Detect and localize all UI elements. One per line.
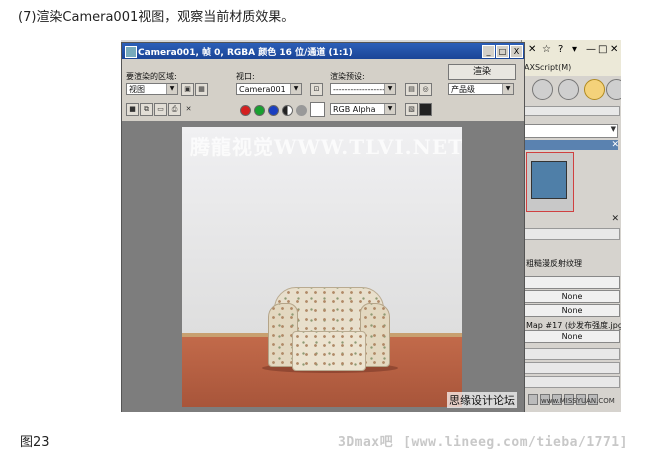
clear-icon[interactable]: ✕ (182, 103, 195, 116)
area-label: 要渲染的区域: (126, 72, 177, 81)
map-slot-3[interactable]: None (524, 330, 620, 343)
rollout-close-icon[interactable]: ✕ (611, 140, 619, 150)
save-icon[interactable]: ■ (126, 103, 139, 116)
star-icon[interactable]: ☆ (542, 44, 551, 55)
render-setup-icon[interactable] (606, 79, 621, 100)
edit-region-icon[interactable]: ▣ (181, 83, 194, 96)
chevron-down-icon: ▼ (384, 104, 395, 114)
quality-select[interactable]: 产品级 ▼ (448, 83, 514, 95)
close-icon[interactable]: ✕ (528, 44, 536, 55)
lock-icon[interactable]: ⊡ (310, 83, 323, 96)
quality-value: 产品级 (451, 85, 475, 94)
page-heading: (7)渲染Camera001视图，观察当前材质效果。 (18, 10, 295, 25)
rollout-close-icon-2[interactable]: ✕ (611, 214, 619, 224)
footer-watermark: 3Dmax吧 [www.lineeg.com/tieba/1771] (338, 431, 628, 450)
panel-row-3[interactable] (524, 376, 620, 388)
screenshot-figure: ✕ ☆ ? ▾ — □ ✕ AXScript(M) ✕ ✕ 粗糙漫反射纹理 No… (121, 40, 621, 412)
menu-strip: AXScript(M) (522, 60, 621, 76)
frame-toolbar: ■ ⧉ ▭ ⎙ ✕ RGB Alpha ▼ ▧ (122, 101, 524, 117)
display-toggle-icon[interactable]: ▧ (405, 103, 418, 116)
command-panel: ✕ ☆ ? ▾ — □ ✕ AXScript(M) ✕ ✕ 粗糙漫反射纹理 No… (521, 40, 621, 412)
window-title: Camera001, 帧 0, RGBA 颜色 16 位/通道 (1:1) (138, 48, 353, 58)
color-swatch[interactable] (310, 102, 325, 117)
panel-strip (524, 106, 620, 116)
render-frame-window: Camera001, 帧 0, RGBA 颜色 16 位/通道 (1:1) _ … (121, 42, 525, 412)
close-window-icon[interactable]: ✕ (610, 44, 618, 55)
render-setup-icon[interactable]: ▤ (405, 83, 418, 96)
restore-icon[interactable]: □ (598, 44, 607, 55)
chevron-down-icon: ▼ (502, 84, 513, 94)
sphere-icon[interactable] (532, 79, 553, 100)
teapot-icon[interactable] (584, 79, 605, 100)
viewport-select[interactable]: Camera001 ▼ (236, 83, 302, 95)
environment-icon[interactable]: ◎ (419, 83, 432, 96)
chevron-down-icon: ▼ (384, 84, 395, 94)
map-slot-2[interactable]: None (524, 304, 620, 317)
figure-caption: 图23 (20, 435, 50, 450)
window-titlebar[interactable]: Camera001, 帧 0, RGBA 颜色 16 位/通道 (1:1) _ … (122, 43, 524, 59)
footer-site-name: 3Dmax吧 (338, 435, 394, 450)
panel-field[interactable] (524, 228, 620, 240)
rollout-header[interactable] (522, 140, 618, 150)
material-swatch (531, 161, 567, 199)
render-viewport: 腾龍视觉WWW.TLVI.NET (122, 121, 524, 412)
panel-toolbar (522, 76, 621, 102)
green-channel-icon[interactable] (254, 105, 265, 116)
mono-channel-icon[interactable] (296, 105, 307, 116)
panel-topbar: ✕ ☆ ? ▾ — □ ✕ (522, 40, 621, 61)
material-icon[interactable] (558, 79, 579, 100)
chevron-down-icon: ▼ (290, 84, 301, 94)
alpha-channel-icon[interactable] (282, 105, 293, 116)
menu-maxscript[interactable]: AXScript(M) (524, 63, 571, 72)
copy-icon[interactable]: ⧉ (140, 103, 153, 116)
tool-icon-1[interactable] (528, 394, 538, 405)
channel-value: RGB Alpha (333, 105, 376, 114)
print-icon[interactable]: ⎙ (168, 103, 181, 116)
chevron-down-icon: ▼ (166, 84, 177, 94)
help-icon[interactable]: ? (558, 44, 563, 55)
render-watermark: 腾龍视觉WWW.TLVI.NET (190, 135, 462, 159)
map-slot-1[interactable]: None (524, 290, 620, 303)
minimize-icon[interactable]: — (586, 44, 596, 55)
material-slot[interactable] (526, 152, 574, 212)
panel-dropdown[interactable] (524, 124, 618, 138)
map-slot-empty[interactable] (524, 276, 620, 289)
viewport-value: Camera001 (239, 85, 286, 94)
render-button[interactable]: 渲染 (448, 64, 516, 80)
auto-region-icon[interactable]: ▦ (195, 83, 208, 96)
clone-icon[interactable]: ▭ (154, 103, 167, 116)
red-channel-icon[interactable] (240, 105, 251, 116)
blue-channel-icon[interactable] (268, 105, 279, 116)
corner-stamp: 思缘设计论坛 (447, 392, 517, 408)
app-icon (125, 46, 137, 58)
dropdown-icon[interactable]: ▾ (572, 44, 577, 55)
area-select[interactable]: 视图 ▼ (126, 83, 178, 95)
minimize-button[interactable]: _ (482, 45, 495, 58)
footer-url: [www.lineeg.com/tieba/1771] (403, 435, 628, 450)
sofa-seat (292, 331, 366, 371)
channel-select[interactable]: RGB Alpha ▼ (330, 103, 396, 115)
panel-row-2[interactable] (524, 362, 620, 374)
overlay-toggle-icon[interactable] (419, 103, 432, 116)
close-button[interactable]: X (510, 45, 523, 58)
preset-select[interactable]: -------------------- ▼ (330, 83, 396, 95)
area-value: 视图 (129, 85, 145, 94)
preset-label: 渲染预设: (330, 72, 365, 81)
maximize-button[interactable]: □ (496, 45, 509, 58)
rendered-image: 腾龍视觉WWW.TLVI.NET (182, 127, 462, 407)
texture-label: 粗糙漫反射纹理 (526, 259, 582, 268)
viewport-label: 视口: (236, 72, 255, 81)
panel-row-1[interactable] (524, 348, 620, 360)
corner-url: www.MISSYUAN.COM (541, 397, 615, 405)
preset-value: -------------------- (333, 85, 391, 94)
